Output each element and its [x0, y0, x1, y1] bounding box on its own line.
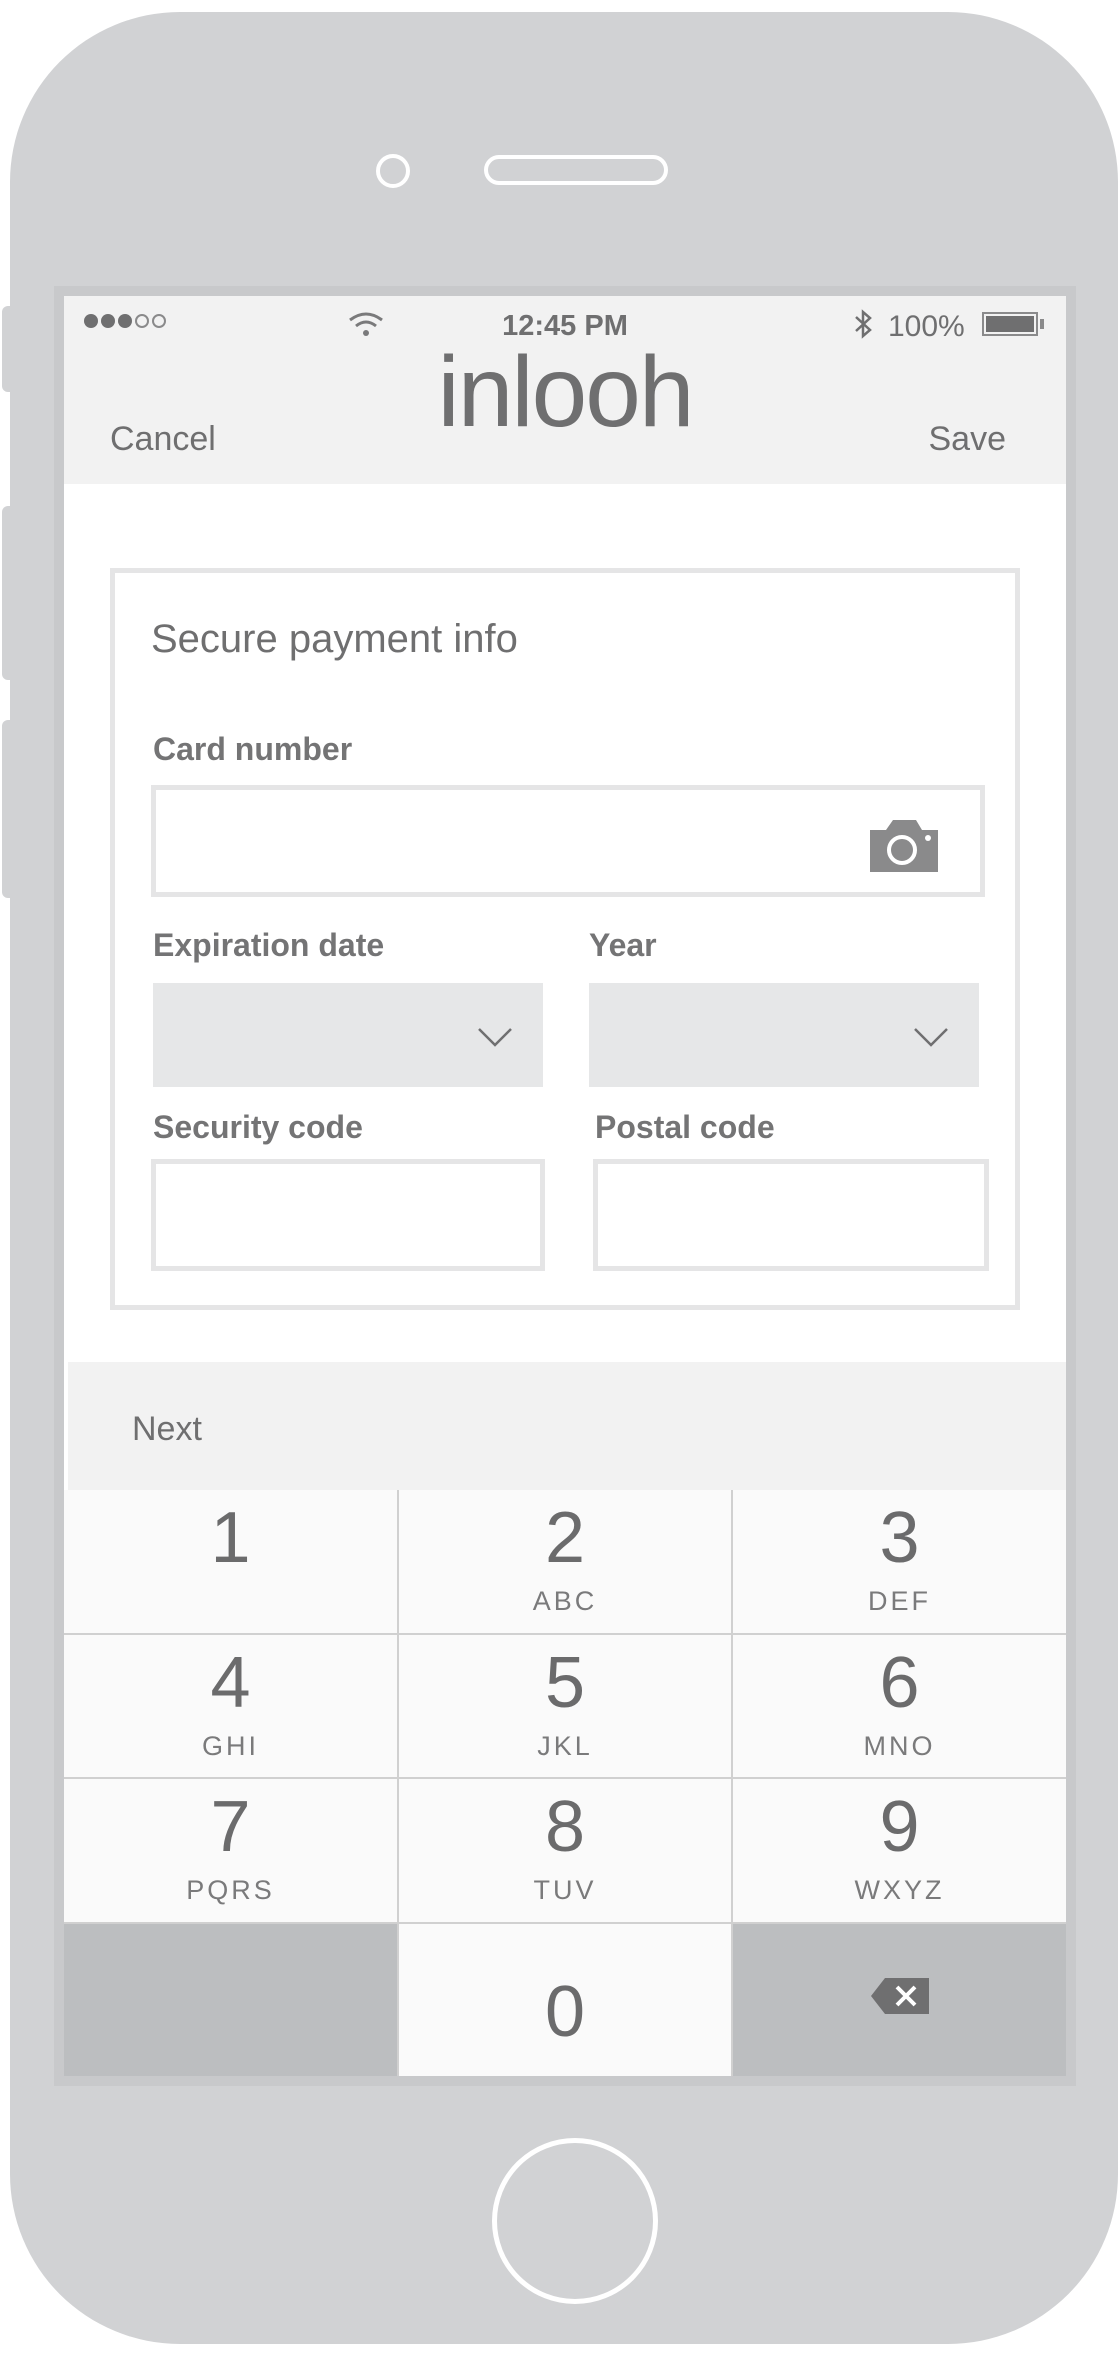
key-letters: WXYZ	[854, 1875, 945, 1905]
battery-icon	[982, 312, 1038, 336]
numeric-keypad: 1 2 ABC 3 DEF 4 GHI 5 JKL 6 MNO 7 PQRS 8…	[64, 1490, 1066, 2076]
key-4[interactable]: 4 GHI	[64, 1635, 397, 1777]
security-code-field[interactable]	[151, 1159, 545, 1271]
key-digit: 2	[544, 1498, 586, 1578]
bluetooth-icon	[855, 309, 872, 339]
earpiece-speaker	[484, 155, 668, 185]
battery-percentage: 100%	[888, 310, 965, 343]
mute-switch	[2, 306, 14, 392]
volume-up-button	[2, 506, 14, 680]
expiration-date-select[interactable]	[153, 983, 543, 1087]
key-digit: 0	[544, 1972, 586, 2052]
postal-code-label: Postal code	[595, 1109, 775, 1145]
chevron-down-icon	[914, 1028, 948, 1047]
keyboard-accessory-bar: Next	[68, 1362, 1066, 1490]
volume-down-button	[2, 720, 14, 898]
key-8[interactable]: 8 TUV	[399, 1779, 731, 1922]
key-letters: DEF	[868, 1586, 931, 1616]
key-7[interactable]: 7 PQRS	[64, 1779, 397, 1922]
top-bar: 12:45 PM 100% inlooh Cancel Save	[64, 296, 1066, 484]
key-digit: 4	[210, 1643, 251, 1723]
key-9[interactable]: 9 WXYZ	[733, 1779, 1066, 1922]
key-digit: 1	[210, 1498, 251, 1578]
screen: 12:45 PM 100% inlooh Cancel Save Secure …	[64, 296, 1066, 2076]
key-letters: MNO	[863, 1731, 936, 1761]
backspace-icon	[871, 1978, 929, 2014]
key-letters: ABC	[532, 1586, 598, 1616]
cancel-button[interactable]: Cancel	[110, 420, 216, 459]
key-digit: 8	[544, 1787, 586, 1867]
save-button[interactable]: Save	[929, 420, 1007, 459]
security-code-label: Security code	[153, 1109, 363, 1145]
home-button[interactable]	[492, 2138, 658, 2304]
key-6[interactable]: 6 MNO	[733, 1635, 1066, 1777]
key-letters: TUV	[533, 1875, 597, 1905]
delete-key[interactable]	[733, 1924, 1066, 2076]
year-select[interactable]	[589, 983, 979, 1087]
key-blank	[64, 1924, 397, 2076]
year-label: Year	[589, 927, 657, 963]
payment-form-card: Secure payment info Card number Expirati…	[110, 568, 1020, 1310]
form-title: Secure payment info	[151, 617, 518, 661]
camera-icon[interactable]	[866, 816, 942, 874]
card-number-field[interactable]	[151, 785, 985, 897]
key-digit: 5	[544, 1643, 586, 1723]
key-letters: PQRS	[186, 1875, 275, 1905]
key-2[interactable]: 2 ABC	[399, 1490, 731, 1633]
key-5[interactable]: 5 JKL	[399, 1635, 731, 1777]
expiration-date-label: Expiration date	[153, 927, 385, 963]
postal-code-field[interactable]	[593, 1159, 989, 1271]
chevron-down-icon	[478, 1028, 512, 1047]
key-3[interactable]: 3 DEF	[733, 1490, 1066, 1633]
battery-tip	[1040, 319, 1044, 329]
next-button[interactable]: Next	[132, 1410, 202, 1449]
key-0[interactable]: 0	[399, 1924, 731, 2076]
key-letters: GHI	[201, 1731, 259, 1761]
card-number-label: Card number	[153, 731, 353, 767]
key-digit: 6	[879, 1643, 920, 1723]
key-1[interactable]: 1	[64, 1490, 397, 1633]
key-digit: 7	[210, 1787, 251, 1867]
key-digit: 3	[879, 1498, 920, 1578]
key-letters: JKL	[537, 1731, 593, 1761]
front-camera	[376, 154, 410, 188]
key-digit: 9	[879, 1787, 920, 1867]
